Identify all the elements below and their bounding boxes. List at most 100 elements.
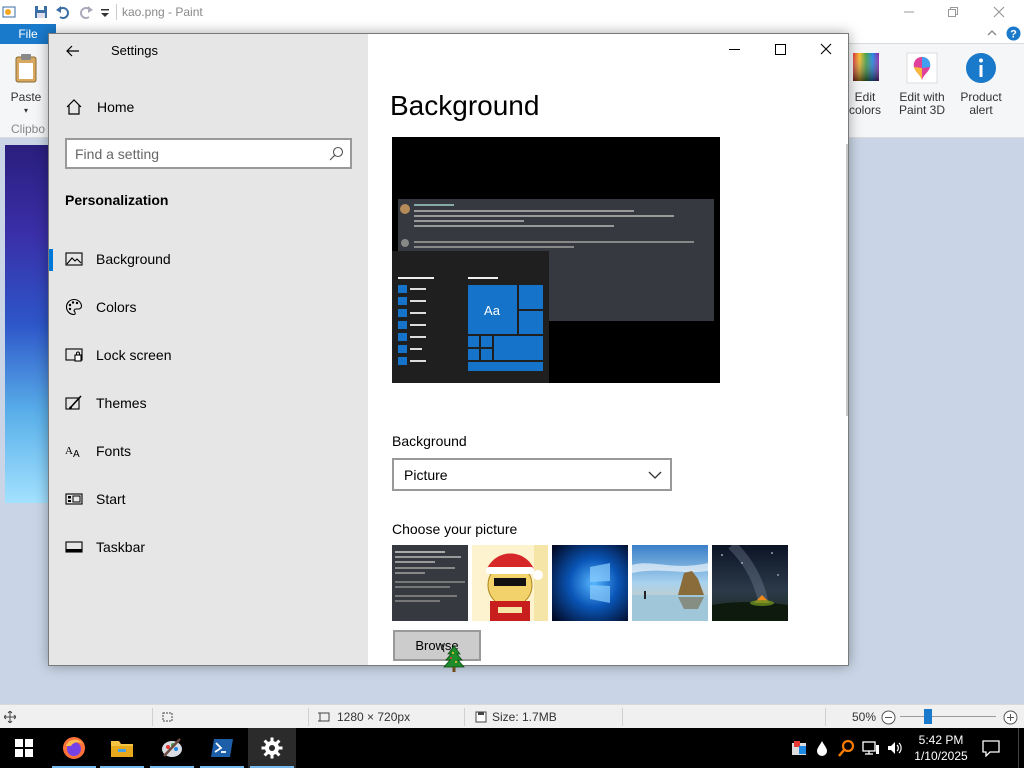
customize-quick-access-icon[interactable]	[97, 4, 113, 20]
taskbar-file-explorer[interactable]	[98, 728, 146, 768]
status-separator	[464, 708, 465, 726]
tray-security-icon[interactable]	[790, 739, 808, 757]
settings-window: Settings Home Personalization Background…	[48, 33, 849, 666]
night-sky-tent-thumbnail	[712, 545, 788, 621]
start-button[interactable]	[0, 728, 48, 768]
paint-titlebar: kao.png - Paint	[0, 0, 1024, 24]
image-size-icon	[318, 712, 330, 722]
background-type-value: Picture	[404, 467, 448, 483]
zoom-out-icon[interactable]	[881, 710, 896, 725]
brush-icon	[65, 395, 82, 410]
home-nav-item[interactable]: Home	[49, 92, 368, 122]
cursor-position-icon	[4, 711, 16, 723]
maximize-icon	[774, 43, 786, 55]
paint-status-bar: 1280 × 720px Size: 1.7MB 50%	[0, 704, 1024, 728]
redo-icon[interactable]	[78, 4, 94, 20]
picture-thumbnail-3[interactable]	[552, 545, 628, 621]
nav-item-label: Background	[96, 251, 171, 267]
nav-item-lock-screen[interactable]: Lock screen	[49, 335, 368, 375]
product-alert-button[interactable]: Product alert	[958, 52, 1004, 117]
nav-item-background[interactable]: Background	[49, 239, 368, 279]
paint-restore-button[interactable]	[930, 0, 976, 24]
back-arrow-icon	[66, 45, 79, 57]
active-indicator	[49, 249, 53, 271]
color-grid-icon	[853, 53, 879, 81]
nav-item-label: Fonts	[96, 443, 132, 459]
settings-navigation-pane: Settings Home Personalization Background…	[49, 34, 368, 665]
windows-logo-icon	[15, 739, 33, 757]
settings-close-button[interactable]	[803, 34, 848, 64]
paint-image[interactable]	[5, 145, 49, 503]
zoom-slider-thumb[interactable]	[924, 709, 932, 724]
nav-item-taskbar[interactable]: Taskbar	[49, 527, 368, 567]
clock-time: 5:42 PM	[918, 733, 964, 747]
edit-with-paint3d-button[interactable]: Edit with Paint 3D	[896, 52, 948, 117]
file-explorer-icon	[111, 741, 133, 757]
help-icon[interactable]: ?	[1006, 26, 1021, 41]
picture-thumbnail-4[interactable]	[632, 545, 708, 621]
home-icon	[66, 99, 82, 115]
settings-minimize-button[interactable]	[711, 34, 757, 64]
beach-rock-thumbnail	[632, 545, 708, 621]
lock-screen-icon	[65, 348, 83, 362]
taskbar-icon	[65, 541, 83, 553]
chat-screenshot-thumbnail	[392, 545, 468, 621]
paste-label: Paste	[10, 90, 42, 104]
zoom-slider-track[interactable]	[900, 716, 996, 717]
nav-item-fonts[interactable]: AA Fonts	[49, 431, 368, 471]
collapse-ribbon-icon[interactable]	[986, 27, 998, 39]
product-alert-label-2: alert	[969, 103, 993, 117]
undo-icon[interactable]	[55, 4, 71, 20]
status-separator	[825, 708, 826, 726]
taskbar-firefox[interactable]	[50, 728, 98, 768]
background-preview: Aa	[392, 137, 720, 383]
paint-close-button[interactable]	[976, 0, 1022, 24]
paint3d-label-2: Paint 3D	[898, 103, 946, 117]
taskbar-clock[interactable]: 5:42 PM 1/10/2025	[910, 732, 972, 764]
picture-icon	[65, 252, 83, 266]
nav-item-label: Colors	[96, 299, 137, 315]
settings-maximize-button[interactable]	[757, 34, 803, 64]
tray-search-key-icon[interactable]	[838, 739, 856, 757]
preview-tile-text: Aa	[484, 303, 501, 318]
font-icon: AA	[65, 445, 80, 460]
back-button[interactable]	[57, 38, 89, 64]
zoom-in-icon[interactable]	[1003, 710, 1018, 725]
taskbar: 5:42 PM 1/10/2025	[0, 728, 1024, 768]
settings-window-title: Settings	[111, 43, 158, 58]
paint-minimize-button[interactable]	[886, 0, 932, 24]
paint3d-icon	[906, 52, 938, 84]
edit-colors-button[interactable]: Edit colors	[845, 52, 885, 117]
search-input[interactable]	[75, 144, 315, 163]
taskbar-paint[interactable]	[148, 728, 196, 768]
tray-volume-icon[interactable]	[886, 740, 904, 756]
tray-droplet-icon[interactable]	[815, 740, 829, 756]
background-type-dropdown[interactable]: Picture	[392, 458, 672, 491]
picture-thumbnail-2[interactable]	[472, 545, 548, 621]
show-desktop-button[interactable]	[1018, 728, 1019, 768]
nav-item-colors[interactable]: Colors	[49, 287, 368, 327]
clipboard-group-label: Clipbo	[11, 122, 46, 136]
search-setting-box[interactable]	[65, 138, 352, 169]
close-icon	[820, 43, 832, 55]
settings-content-pane: Background Aa Background Picture Choose …	[368, 34, 848, 665]
paste-button[interactable]: Paste ▾	[6, 52, 46, 117]
picture-thumbnail-1[interactable]	[392, 545, 468, 621]
picture-thumbnail-5[interactable]	[712, 545, 788, 621]
search-icon[interactable]	[329, 146, 344, 161]
nav-item-start[interactable]: Start	[49, 479, 368, 519]
firefox-icon	[63, 737, 85, 759]
svg-text:A: A	[73, 449, 80, 460]
mouse-cursor	[441, 643, 465, 672]
paint-app-icon	[2, 6, 16, 18]
nav-item-themes[interactable]: Themes	[49, 383, 368, 423]
taskbar-settings[interactable]	[248, 728, 296, 768]
edit-colors-label-2: colors	[848, 103, 881, 117]
windows-hero-thumbnail	[552, 545, 628, 621]
taskbar-powershell[interactable]	[198, 728, 246, 768]
save-icon[interactable]	[33, 4, 49, 20]
tray-network-icon[interactable]	[862, 740, 880, 756]
status-separator	[622, 708, 623, 726]
content-scrollbar[interactable]	[846, 144, 848, 416]
action-center-icon[interactable]	[982, 739, 1000, 757]
